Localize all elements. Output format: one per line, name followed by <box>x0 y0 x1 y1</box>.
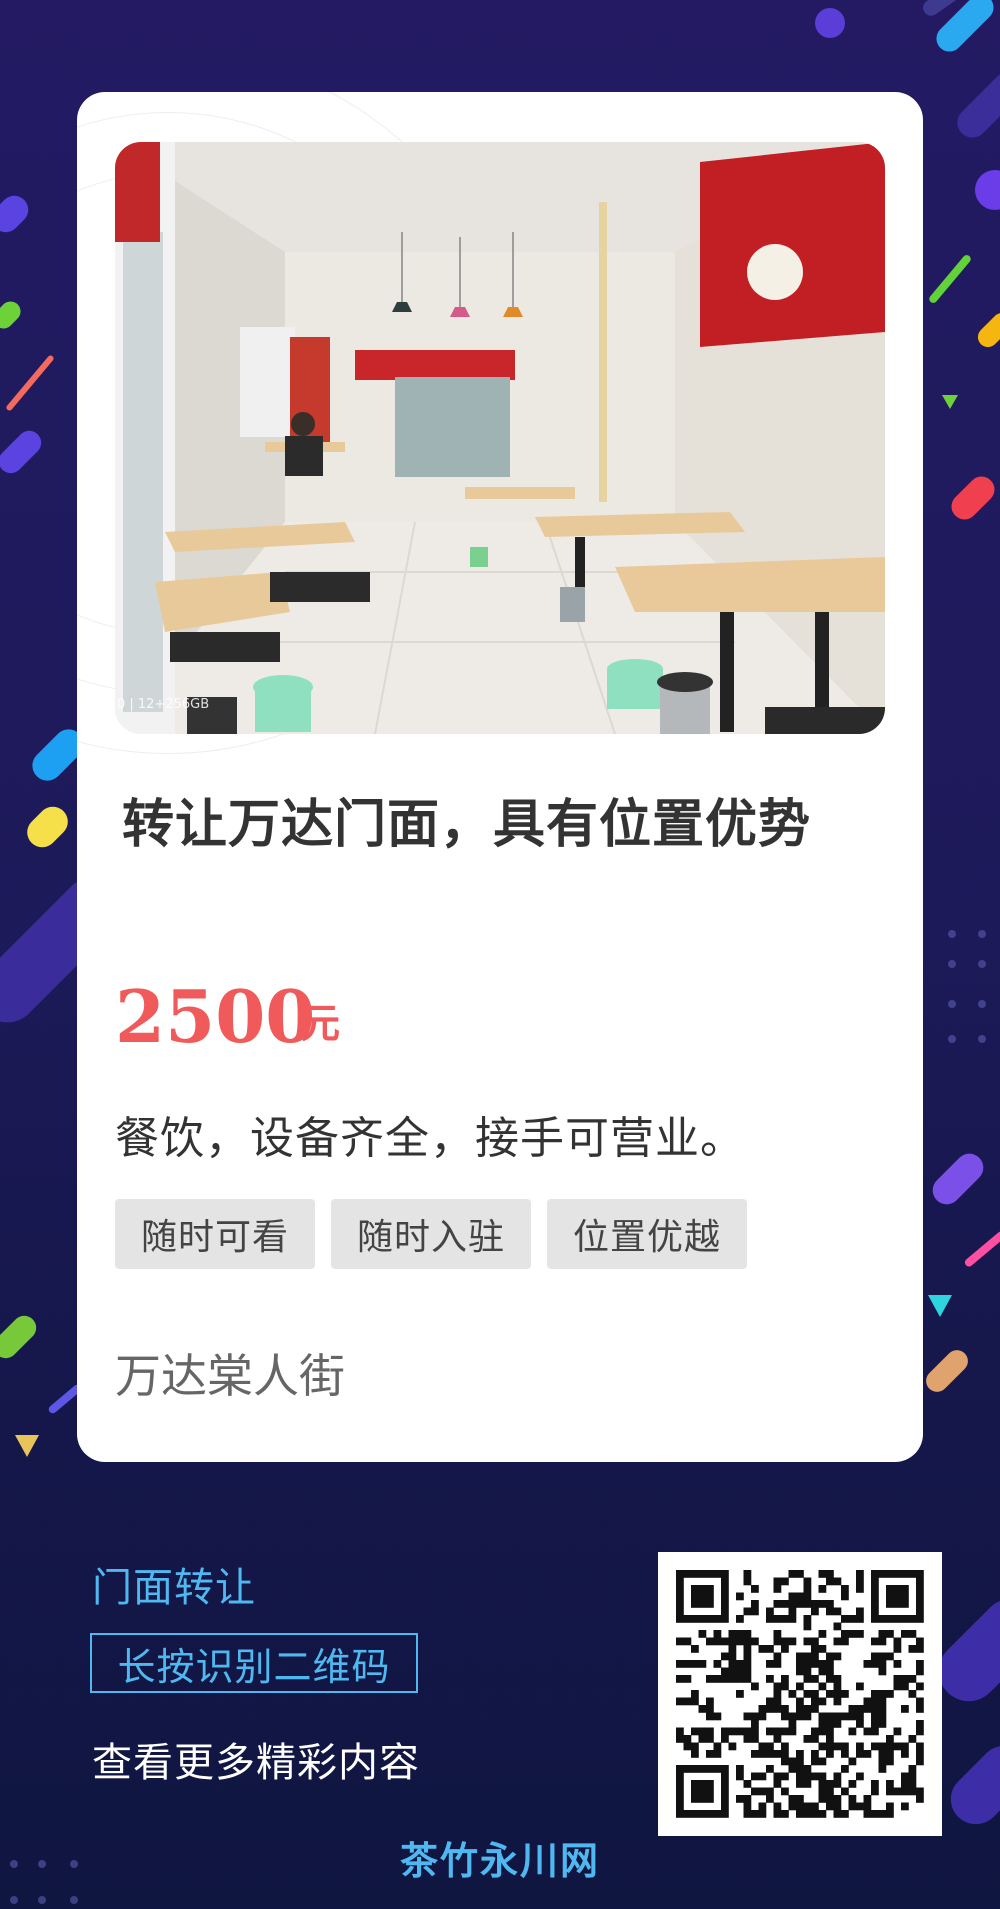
decor-stripe <box>20 800 75 854</box>
price-value: 2500 <box>115 974 316 1059</box>
scan-qr-button[interactable]: 长按识别二维码 <box>90 1633 418 1693</box>
restaurant-photo <box>115 142 885 734</box>
footer-more-text: 查看更多精彩内容 <box>92 1740 420 1786</box>
decor-dot <box>978 1000 986 1008</box>
decor-dot <box>10 1896 18 1904</box>
decor-stripe <box>815 8 845 38</box>
decor-dot <box>948 1035 956 1043</box>
decor-triangle <box>15 1435 39 1457</box>
decor-stripe <box>0 189 35 239</box>
listing-photo[interactable]: 0 | 12+256GB <box>115 142 885 734</box>
listing-title: 转让万达门面，具有位置优势 <box>122 795 812 855</box>
decor-stripe <box>0 425 47 479</box>
qr-code-icon <box>676 1570 924 1818</box>
photo-watermark: 0 | 12+256GB <box>117 697 210 712</box>
tag-list: 随时可看 随时入驻 位置优越 <box>115 1199 747 1269</box>
decor-dot <box>70 1896 78 1904</box>
decor-dot <box>38 1896 46 1904</box>
decor-triangle <box>928 1295 952 1317</box>
decor-stripe <box>946 471 1000 525</box>
price-unit: 元 <box>300 1001 340 1047</box>
listing-location: 万达棠人街 <box>115 1349 345 1403</box>
qr-code[interactable] <box>658 1552 942 1836</box>
decor-stripe <box>0 297 25 333</box>
decor-stripe <box>963 1229 1000 1269</box>
brand-name: 茶竹永川网 <box>399 1839 600 1883</box>
decor-stripe <box>975 170 1000 210</box>
listing-card[interactable]: 0 | 12+256GB 转让万达门面，具有位置优势 2500 元 餐饮，设备齐… <box>77 92 923 1462</box>
decor-stripe <box>940 1735 1000 1835</box>
decor-stripe <box>927 253 973 305</box>
tag-item: 随时入驻 <box>331 1199 531 1269</box>
decor-stripe <box>5 354 55 412</box>
decor-dot <box>948 960 956 968</box>
decor-stripe <box>926 1147 990 1211</box>
decor-dot <box>978 1035 986 1043</box>
decor-stripe <box>973 308 1000 352</box>
decor-stripe <box>921 1345 973 1397</box>
decor-dot <box>948 930 956 938</box>
footer-title: 门面转让 <box>92 1565 256 1611</box>
decor-dot <box>948 1000 956 1008</box>
listing-description: 餐饮，设备齐全，接手可营业。 <box>115 1113 745 1164</box>
decor-triangle <box>942 395 958 409</box>
tag-item: 位置优越 <box>547 1199 747 1269</box>
decor-dot <box>978 930 986 938</box>
decor-stripe <box>0 1310 42 1364</box>
decor-dot <box>978 960 986 968</box>
tag-item: 随时可看 <box>115 1199 315 1269</box>
decor-stripe <box>951 66 1000 144</box>
